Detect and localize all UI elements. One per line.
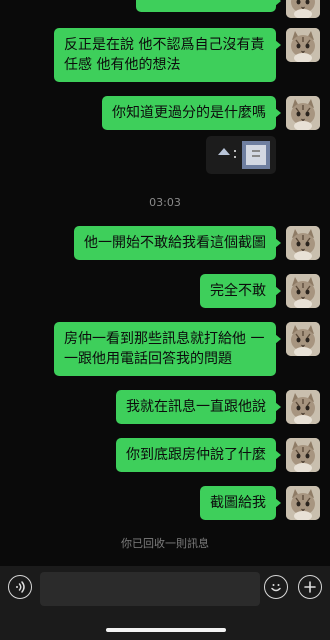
avatar[interactable] xyxy=(286,226,320,260)
message-input[interactable] xyxy=(40,572,260,606)
emoji-button[interactable] xyxy=(264,575,288,599)
message-bubble[interactable]: 房仲一看到那些訊息就打給他 一一跟他用電話回答我的問題 xyxy=(54,322,281,376)
message-row: 你到底跟房仲說了什麼 xyxy=(116,438,320,472)
chat-area[interactable]: 反正是在說 他不認爲自己沒有責任感 他有他的想法 你知道更過分的是什麼嗎 03:… xyxy=(0,0,330,566)
home-indicator xyxy=(106,628,226,632)
avatar[interactable] xyxy=(286,96,320,130)
message-row: 完全不敢 xyxy=(200,274,320,308)
timestamp: 03:03 xyxy=(149,196,181,209)
message-bubble[interactable]: 反正是在說 他不認爲自己沒有責任感 他有他的想法 xyxy=(54,28,281,82)
message-bubble[interactable]: 你知道更過分的是什麼嗎 xyxy=(102,96,281,130)
message-bubble[interactable]: 我就在訊息一直跟他說 xyxy=(116,390,281,424)
message-bubble[interactable]: 他一開始不敢給我看這個截圖 xyxy=(74,226,281,260)
message-row: 你知道更過分的是什麼嗎 xyxy=(102,96,320,130)
input-toolbar xyxy=(0,566,330,640)
cat-avatar-icon xyxy=(286,226,320,260)
message-row: 房仲一看到那些訊息就打給他 一一跟他用電話回答我的問題 xyxy=(54,322,320,376)
plus-icon xyxy=(304,581,316,593)
system-notice: 你已回收一則訊息 xyxy=(121,537,209,550)
cat-avatar-icon xyxy=(286,390,320,424)
message-row: 我就在訊息一直跟他說 xyxy=(116,390,320,424)
avatar[interactable] xyxy=(286,438,320,472)
more-button[interactable] xyxy=(298,575,322,599)
voice-button[interactable] xyxy=(8,575,32,599)
avatar[interactable] xyxy=(286,274,320,308)
cat-avatar-icon xyxy=(286,322,320,356)
avatar[interactable] xyxy=(286,322,320,356)
message-bubble[interactable]: 完全不敢 xyxy=(200,274,281,308)
message-bubble-partial[interactable] xyxy=(136,0,281,12)
avatar[interactable] xyxy=(286,390,320,424)
message-row: 截圖給我 xyxy=(200,486,320,520)
cat-avatar-icon xyxy=(286,438,320,472)
cat-avatar-icon xyxy=(286,0,320,18)
cat-avatar-icon xyxy=(286,274,320,308)
avatar[interactable] xyxy=(286,0,320,18)
message-row xyxy=(136,0,320,18)
avatar[interactable] xyxy=(286,486,320,520)
voice-wave-icon xyxy=(16,581,25,593)
cat-avatar-icon xyxy=(286,486,320,520)
avatar[interactable] xyxy=(286,28,320,62)
message-row: 他一開始不敢給我看這個截圖 xyxy=(74,226,320,260)
message-bubble[interactable]: 截圖給我 xyxy=(200,486,281,520)
cat-avatar-icon xyxy=(286,96,320,130)
image-message[interactable] xyxy=(206,136,276,174)
smile-icon xyxy=(271,584,281,592)
cat-avatar-icon xyxy=(286,28,320,62)
message-row: 反正是在說 他不認爲自己沒有責任感 他有他的想法 xyxy=(54,28,320,82)
screenshot-thumbnail-icon xyxy=(218,141,270,169)
message-bubble[interactable]: 你到底跟房仲說了什麼 xyxy=(116,438,281,472)
